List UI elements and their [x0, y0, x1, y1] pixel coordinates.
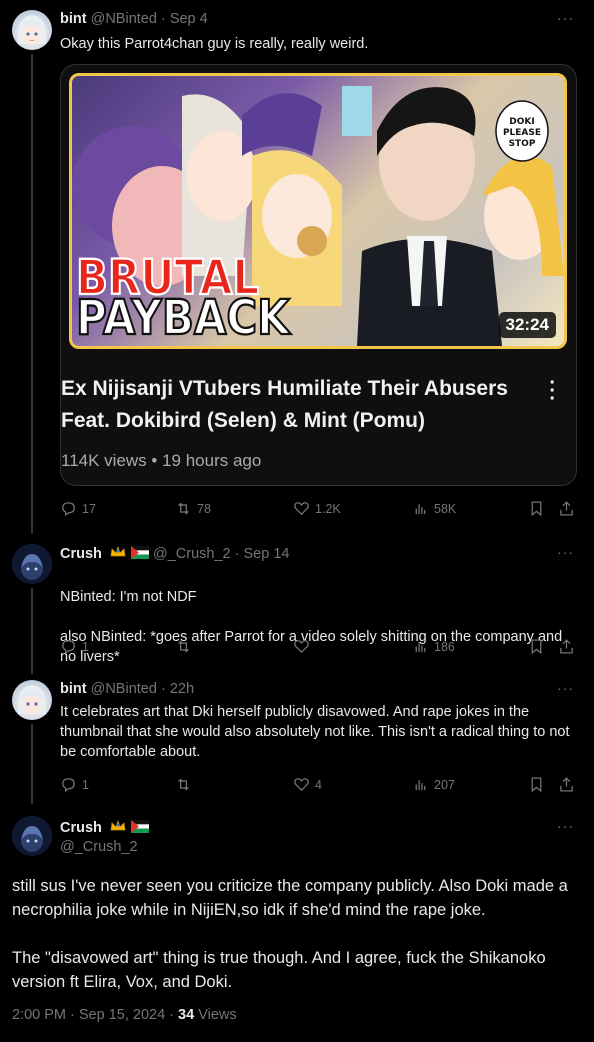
- display-name[interactable]: Crush: [60, 546, 102, 562]
- tweet-header: bint @NBinted · Sep 4: [60, 11, 208, 27]
- heart-icon: [294, 778, 309, 792]
- avatar-anime-girl-icon: [18, 15, 46, 45]
- tweet-text: It celebrates art that Dki herself publi…: [60, 704, 570, 760]
- action-bar: 17 78 1.2K 58K: [60, 500, 580, 520]
- more-dots-icon[interactable]: ···: [557, 818, 574, 834]
- display-name[interactable]: bint: [60, 681, 87, 697]
- emoji-badges: [109, 819, 149, 837]
- retweet-button[interactable]: [175, 776, 197, 793]
- share-button[interactable]: [558, 500, 575, 517]
- timestamp[interactable]: Sep 14: [243, 546, 289, 562]
- svg-text:PLEASE: PLEASE: [503, 128, 541, 138]
- avatar[interactable]: [12, 816, 52, 856]
- display-name[interactable]: Crush: [60, 820, 102, 836]
- like-button[interactable]: 4: [293, 776, 322, 793]
- share-icon: [560, 639, 573, 654]
- thumbnail-title: BRUTAL PAYBACK: [75, 249, 291, 346]
- tweet-text: still sus I've never seen you criticize …: [12, 877, 568, 991]
- avatar[interactable]: [12, 544, 52, 584]
- video-thumbnail[interactable]: DOKI PLEASE STOP BRUTAL PAYBACK 32:24: [69, 73, 567, 349]
- tweet-2[interactable]: Crush @_Crush_2 · Sep 14 ··· NBinted: I'…: [0, 530, 594, 674]
- reply-button[interactable]: 1: [60, 638, 89, 655]
- video-meta: 114K views • 19 hours ago: [61, 451, 262, 470]
- avatar-dark-character-icon: [12, 816, 52, 856]
- views-button[interactable]: 186: [412, 638, 455, 655]
- handle[interactable]: @NBinted: [91, 11, 157, 27]
- heart-icon: [294, 502, 309, 516]
- avatar-anime-girl-icon: [18, 685, 46, 715]
- views-chart-icon: [415, 642, 426, 653]
- handle[interactable]: @_Crush_2: [153, 546, 231, 562]
- video-title[interactable]: Ex Nijisanji VTubers Humiliate Their Abu…: [61, 373, 531, 437]
- heart-icon: [294, 640, 309, 654]
- handle-line: @_Crush_2: [60, 839, 138, 855]
- more-dots-icon[interactable]: ···: [557, 10, 574, 26]
- reply-icon: [62, 640, 75, 655]
- video-card[interactable]: DOKI PLEASE STOP BRUTAL PAYBACK 32:24 Ex…: [60, 64, 577, 486]
- tweet-1[interactable]: bint @NBinted · Sep 4 ··· Okay this Parr…: [0, 0, 594, 534]
- action-bar: 1 186: [60, 638, 580, 658]
- share-icon: [560, 501, 573, 516]
- timestamp[interactable]: 22h: [170, 681, 194, 697]
- retweet-icon: [178, 640, 189, 653]
- handle[interactable]: @NBinted: [91, 681, 157, 697]
- tweet-4-focused[interactable]: Crush @_Crush_2 ··· still sus I've never…: [0, 804, 594, 1042]
- handle[interactable]: @_Crush_2: [60, 839, 138, 855]
- tweet-3[interactable]: bint @NBinted · 22h ··· It celebrates ar…: [0, 670, 594, 804]
- view-count: 34: [178, 1007, 195, 1023]
- video-duration: 32:24: [498, 312, 556, 338]
- share-icon: [560, 777, 573, 792]
- share-button[interactable]: [558, 638, 575, 655]
- reply-button[interactable]: 17: [60, 500, 96, 517]
- palestine-flag-icon: [130, 820, 149, 833]
- bookmark-icon: [531, 639, 542, 655]
- bookmark-button[interactable]: [528, 638, 545, 655]
- views-chart-icon: [415, 780, 426, 791]
- svg-text:DOKI: DOKI: [509, 117, 534, 127]
- tweet-header: Crush: [60, 819, 149, 837]
- crown-emoji-icon: [110, 819, 126, 831]
- video-menu-icon[interactable]: · · ·: [549, 373, 556, 409]
- share-button[interactable]: [558, 776, 575, 793]
- reply-icon: [62, 502, 75, 517]
- retweet-icon: [178, 502, 189, 515]
- retweet-button[interactable]: 78: [175, 500, 211, 517]
- tweet-text: Okay this Parrot4chan guy is really, rea…: [60, 36, 369, 52]
- display-name[interactable]: bint: [60, 11, 87, 27]
- more-dots-icon[interactable]: ···: [557, 544, 574, 560]
- avatar[interactable]: [12, 10, 52, 50]
- reply-icon: [62, 778, 75, 793]
- like-button[interactable]: 1.2K: [293, 500, 341, 517]
- thread-line: [31, 54, 33, 534]
- bookmark-button[interactable]: [528, 776, 545, 793]
- thread-line: [31, 588, 33, 674]
- views-button[interactable]: 207: [412, 776, 455, 793]
- views-button[interactable]: 58K: [412, 500, 456, 517]
- post-timestamp[interactable]: 2:00 PM · Sep 15, 2024 ·: [12, 1007, 178, 1023]
- more-dots-icon[interactable]: ···: [557, 680, 574, 696]
- avatar-dark-character-icon: [12, 544, 52, 584]
- thread-line: [31, 724, 33, 804]
- crown-emoji-icon: [110, 545, 126, 557]
- bookmark-icon: [531, 501, 542, 517]
- tweet-footer: 2:00 PM · Sep 15, 2024 · 34 Views: [12, 1007, 237, 1023]
- action-bar: 1 4 207: [60, 776, 580, 796]
- svg-text:STOP: STOP: [509, 139, 536, 149]
- like-button[interactable]: [293, 638, 315, 655]
- avatar[interactable]: [12, 680, 52, 720]
- bookmark-button[interactable]: [528, 500, 545, 517]
- views-chart-icon: [415, 504, 426, 515]
- emoji-badges: [109, 545, 149, 563]
- retweet-button[interactable]: [175, 638, 197, 655]
- palestine-flag-icon: [130, 546, 149, 559]
- tweet-text: NBinted: I'm not NDF also NBinted: *goes…: [60, 589, 563, 665]
- reply-button[interactable]: 1: [60, 776, 89, 793]
- views-label: Views: [198, 1007, 237, 1023]
- tweet-header: bint @NBinted · 22h: [60, 681, 195, 697]
- timestamp[interactable]: Sep 4: [170, 11, 208, 27]
- bookmark-icon: [531, 777, 542, 793]
- retweet-icon: [178, 778, 189, 791]
- tweet-header: Crush @_Crush_2 · Sep 14: [60, 545, 290, 563]
